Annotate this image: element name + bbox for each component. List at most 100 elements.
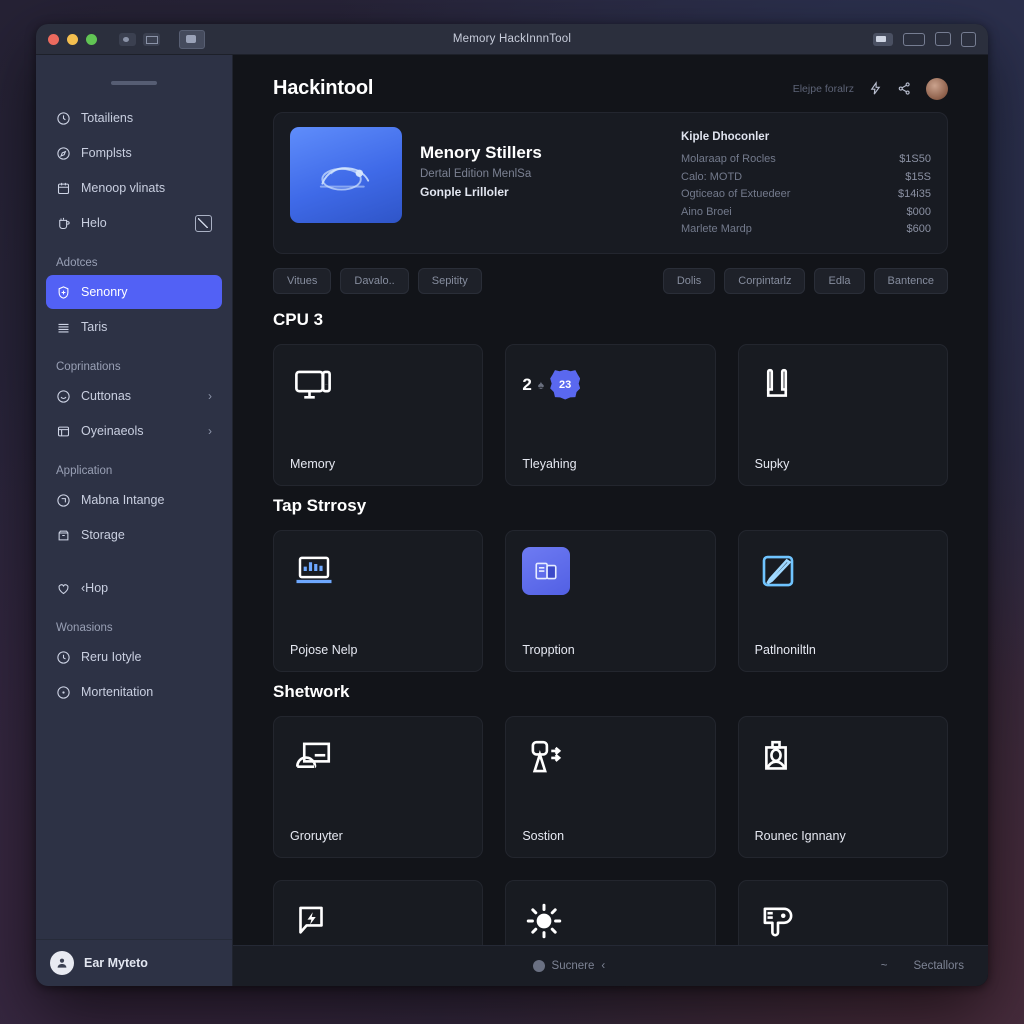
sidebar-item-cuttonas[interactable]: Cuttonas › <box>46 379 222 413</box>
card-tropption[interactable]: Tropption <box>505 529 716 672</box>
section-title-cpu: CPU 3 <box>273 309 324 329</box>
status-right-label[interactable]: Sectallors <box>914 960 965 972</box>
card-ranoility-srideling[interactable]: Ranoility or Srideling <box>505 879 716 945</box>
share-icon[interactable] <box>897 81 912 96</box>
profile-avatar[interactable] <box>926 77 948 100</box>
card-label: Tropption <box>522 642 575 657</box>
sidebar-item-label: Fomplsts <box>81 146 132 160</box>
sidebar-item-totailiens[interactable]: Totailiens <box>46 101 222 135</box>
screenshot-icon[interactable] <box>179 29 205 49</box>
sidebar-item-menoop-vlinats[interactable]: Menoop vlinats <box>46 171 222 205</box>
card-label: Pojose Nelp <box>290 642 358 657</box>
price-label: Ogticeao of Extuedeer <box>681 188 791 200</box>
pen-tablet-icon <box>755 545 931 597</box>
page-title: Hackintool <box>273 77 374 99</box>
sidebar-drag-handle[interactable] <box>111 81 157 85</box>
sidebar-item-label: Senonry <box>81 285 128 299</box>
minimize-button[interactable] <box>67 33 78 45</box>
card-grid-cpu: Memory 2 ♠ 23 Tleyahing Supky <box>273 343 948 486</box>
sidebar-item-taris[interactable]: Taris <box>46 310 222 344</box>
sidebar-section-title: Application <box>56 465 113 477</box>
history-icon <box>56 650 71 665</box>
filter-pill-sepitity[interactable]: Sepitity <box>417 267 482 294</box>
card-label: Tleyahing <box>522 456 577 471</box>
card-pojose-nelp[interactable]: Pojose Nelp <box>273 529 484 672</box>
laptop-chart-icon <box>290 545 466 597</box>
hero-subtitle: Dertal Edition MenlSa <box>420 168 532 180</box>
card-label: Rounec Ignnany <box>754 828 846 843</box>
close-button[interactable] <box>48 33 59 45</box>
user-avatar-icon <box>50 951 74 975</box>
sidebar-scroll: Totailiens Fomplsts Menoop vlinats Helo … <box>36 101 232 939</box>
sidebar-item-helo[interactable]: Helo <box>46 206 222 240</box>
card-intb-drayanry-goyl[interactable]: Intb Drayanry Goyl <box>737 879 948 945</box>
sidebar-item-mortenitation[interactable]: Mortenitation <box>46 675 222 709</box>
devices-tile-icon <box>522 545 698 597</box>
hero-side-heading: Kiple Dhoconler <box>681 131 770 143</box>
zoom-button[interactable] <box>86 33 97 45</box>
bolt-bubble-icon <box>290 895 466 946</box>
archive-icon <box>56 528 71 543</box>
main-scroll-area: Hackintool Elejpe foralrz Menory Stiller… <box>233 55 988 945</box>
external-link-badge-icon[interactable] <box>195 214 212 232</box>
sidebar-item-oyeinaeols[interactable]: Oyeinaeols › <box>46 414 222 448</box>
price-value: $14i35 <box>897 188 931 200</box>
badge-count: 2 <box>522 374 532 394</box>
section-title-shetwork: Shetwork <box>273 681 350 701</box>
main-content: Hackintool Elejpe foralrz Menory Stiller… <box>233 55 988 986</box>
traffic-lights[interactable] <box>48 33 97 45</box>
card-label: Patlnoniltln <box>754 642 816 657</box>
filter-pill-davalo[interactable]: Davalo.. <box>340 267 409 294</box>
page-header: Hackintool Elejpe foralrz <box>273 55 948 112</box>
hero-text: Menory Stillers Dertal Edition MenlSa Go… <box>420 127 663 239</box>
sidebar-item-reru-iotyle[interactable]: Reru Iotyle <box>46 640 222 674</box>
card-groruyter[interactable]: Groruyter <box>273 715 484 858</box>
filter-pill-vitues[interactable]: Vitues <box>273 267 332 294</box>
card-roea-colox[interactable]: Roea Colox <box>273 879 484 946</box>
action-pill-dolis[interactable]: Dolis <box>662 267 716 294</box>
clock-icon <box>56 111 71 126</box>
spade-icon: ♠ <box>537 377 545 392</box>
sidebar-item-fomplsts[interactable]: Fomplsts <box>46 136 222 170</box>
card-patlnoniltln[interactable]: Patlnoniltln <box>737 529 948 672</box>
sidebar-item-senonry[interactable]: Senonry <box>46 275 222 309</box>
card-tleyahing[interactable]: 2 ♠ 23 Tleyahing <box>505 343 716 486</box>
price-value: $15S <box>905 170 931 183</box>
card-label: Supky <box>754 456 790 471</box>
action-pill-corpintarlz[interactable]: Corpintarlz <box>724 267 806 294</box>
card-supky[interactable]: Supky <box>737 343 948 486</box>
bolt-icon[interactable] <box>868 81 883 96</box>
card-memory[interactable]: Memory <box>273 343 484 486</box>
card-rounec-ignnany[interactable]: Rounec Ignnany <box>737 715 948 858</box>
chevron-left-icon[interactable]: ‹ <box>601 960 605 972</box>
chevron-right-icon[interactable]: › <box>208 424 212 438</box>
camera-icon[interactable] <box>119 32 136 46</box>
screen-cloud-icon <box>290 731 466 783</box>
action-pill-edla[interactable]: Edla <box>814 267 865 294</box>
hero-banner: Menory Stillers Dertal Edition MenlSa Go… <box>273 112 948 254</box>
keyboard-icon[interactable] <box>903 32 925 46</box>
titlebar-left-icons <box>119 29 205 49</box>
control-center-icon[interactable] <box>961 31 976 47</box>
window-icon[interactable] <box>143 32 160 46</box>
sidebar-item-mabna-intange[interactable]: Mabna Intange <box>46 483 222 517</box>
sidebar-item-label: Oyeinaeols <box>81 424 144 438</box>
antenna-icon <box>522 731 698 783</box>
sidebar-item-khop[interactable]: ‹Hop <box>46 571 222 605</box>
price-value: $1S50 <box>899 153 931 165</box>
action-pill-bantence[interactable]: Bantence <box>873 267 948 294</box>
hero-artwork <box>290 127 402 223</box>
sidebar-item-label: Storage <box>81 528 125 542</box>
list-icon <box>56 320 71 335</box>
battery-icon[interactable] <box>873 32 893 46</box>
sidebar-user-footer[interactable]: Ear Myteto <box>36 939 232 986</box>
card-sostion[interactable]: Sostion <box>505 715 716 858</box>
status-center[interactable]: Sucnere ‹ <box>532 960 605 972</box>
price-row: Aino Broei $000 <box>681 204 931 222</box>
sidebar-item-storage[interactable]: Storage <box>46 518 222 552</box>
airplay-icon[interactable] <box>935 32 951 46</box>
price-label: Marlete Mardp <box>681 223 752 235</box>
chevron-right-icon[interactable]: › <box>208 389 212 403</box>
shield-icon <box>56 285 71 300</box>
person-tag-icon <box>755 731 931 783</box>
